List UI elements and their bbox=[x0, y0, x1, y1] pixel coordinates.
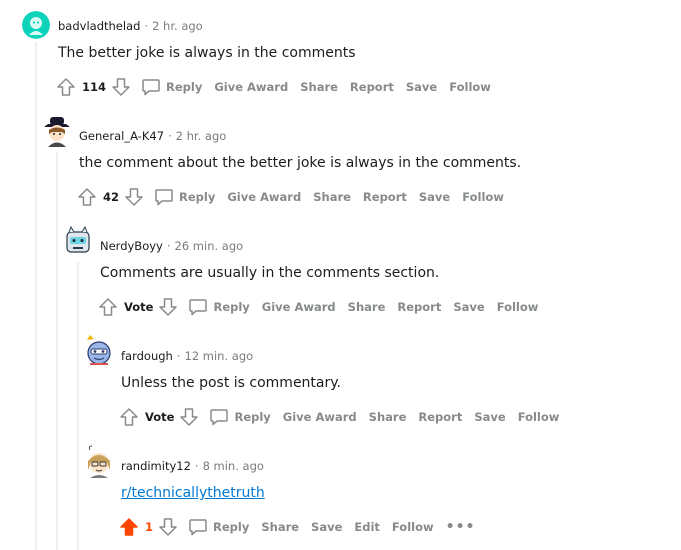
author-name[interactable]: NerdyBoyy bbox=[100, 239, 163, 253]
subreddit-link[interactable]: r/technicallythetruth bbox=[121, 485, 265, 501]
timestamp[interactable]: 12 min. ago bbox=[185, 349, 254, 363]
comment-actions: Vote Reply Give Award Share Report Save … bbox=[119, 405, 571, 429]
arrow-down-icon[interactable] bbox=[179, 407, 199, 427]
separator: · bbox=[168, 129, 172, 143]
reply-button[interactable]: Reply bbox=[141, 77, 202, 97]
comment-body: The better joke is always in the comment… bbox=[58, 45, 356, 61]
share-button[interactable]: Share bbox=[369, 410, 407, 424]
more-options-icon[interactable]: ••• bbox=[446, 519, 476, 535]
follow-button[interactable]: Follow bbox=[449, 80, 491, 94]
follow-button[interactable]: Follow bbox=[497, 300, 539, 314]
author-name[interactable]: General_A-K47 bbox=[79, 129, 164, 143]
avatar[interactable] bbox=[40, 113, 74, 147]
comment-header: badvladthelad · 2 hr. ago bbox=[58, 16, 203, 36]
reply-label: Reply bbox=[213, 520, 250, 534]
reply-label: Reply bbox=[234, 410, 271, 424]
comment-body: r/technicallythetruth bbox=[121, 485, 265, 501]
save-button[interactable]: Save bbox=[474, 410, 505, 424]
comment-header: fardough · 12 min. ago bbox=[121, 346, 253, 366]
comment-actions: 114 Reply Give Award Share Report Save F… bbox=[56, 75, 503, 99]
speech-bubble-icon bbox=[210, 409, 229, 426]
comment-body: Comments are usually in the comments sec… bbox=[100, 265, 440, 281]
give-award-button[interactable]: Give Award bbox=[262, 300, 336, 314]
arrow-down-icon[interactable] bbox=[111, 77, 131, 97]
separator: · bbox=[144, 19, 149, 33]
thread-line[interactable] bbox=[35, 42, 37, 550]
follow-button[interactable]: Follow bbox=[462, 190, 504, 204]
separator: · bbox=[176, 349, 181, 363]
timestamp[interactable]: 2 hr. ago bbox=[176, 129, 227, 143]
give-award-button[interactable]: Give Award bbox=[227, 190, 301, 204]
comment-header: NerdyBoyy · 26 min. ago bbox=[100, 236, 243, 256]
speech-bubble-icon bbox=[155, 189, 173, 206]
comment-header: randimity12 · 8 min. ago bbox=[121, 456, 264, 476]
timestamp[interactable]: 8 min. ago bbox=[203, 459, 264, 473]
reply-label: Reply bbox=[166, 80, 203, 94]
report-button[interactable]: Report bbox=[397, 300, 441, 314]
follow-button[interactable]: Follow bbox=[518, 410, 560, 424]
edit-button[interactable]: Edit bbox=[354, 520, 380, 534]
save-button[interactable]: Save bbox=[453, 300, 484, 314]
avatar[interactable] bbox=[61, 224, 95, 258]
thread-line[interactable] bbox=[56, 152, 58, 550]
report-button[interactable]: Report bbox=[363, 190, 407, 204]
avatar[interactable] bbox=[84, 334, 114, 368]
follow-button[interactable]: Follow bbox=[392, 520, 434, 534]
comment-body: Unless the post is commentary. bbox=[121, 375, 341, 391]
arrow-down-icon[interactable] bbox=[124, 187, 144, 207]
comment-actions: 1 Reply Share Save Edit Follow ••• bbox=[119, 515, 475, 539]
vote-score: 42 bbox=[103, 190, 120, 204]
author-name[interactable]: fardough bbox=[121, 349, 173, 363]
vote-label: Vote bbox=[124, 300, 154, 314]
report-button[interactable]: Report bbox=[418, 410, 462, 424]
reply-label: Reply bbox=[213, 300, 250, 314]
share-button[interactable]: Share bbox=[261, 520, 299, 534]
avatar[interactable] bbox=[84, 444, 114, 478]
share-button[interactable]: Share bbox=[348, 300, 386, 314]
vote-label: Vote bbox=[145, 410, 175, 424]
give-award-button[interactable]: Give Award bbox=[214, 80, 288, 94]
arrow-up-icon[interactable] bbox=[119, 517, 139, 537]
arrow-up-icon[interactable] bbox=[56, 77, 76, 97]
comment-body: the comment about the better joke is alw… bbox=[79, 155, 522, 171]
timestamp[interactable]: 2 hr. ago bbox=[152, 19, 203, 33]
reply-button[interactable]: Reply bbox=[188, 297, 250, 317]
save-button[interactable]: Save bbox=[311, 520, 342, 534]
thread-line[interactable] bbox=[77, 262, 79, 550]
save-button[interactable]: Save bbox=[406, 80, 437, 94]
vote-score: 114 bbox=[82, 80, 107, 94]
reply-button[interactable]: Reply bbox=[188, 517, 249, 537]
speech-bubble-icon bbox=[189, 519, 207, 536]
give-award-button[interactable]: Give Award bbox=[283, 410, 357, 424]
report-button[interactable]: Report bbox=[350, 80, 394, 94]
comment-actions: Vote Reply Give Award Share Report Save … bbox=[98, 295, 550, 319]
speech-bubble-icon bbox=[189, 299, 208, 316]
reply-label: Reply bbox=[179, 190, 216, 204]
arrow-up-icon[interactable] bbox=[119, 407, 139, 427]
separator: · bbox=[194, 459, 199, 473]
arrow-down-icon[interactable] bbox=[158, 517, 178, 537]
avatar[interactable] bbox=[22, 11, 50, 39]
reply-button[interactable]: Reply bbox=[209, 407, 271, 427]
author-name[interactable]: badvladthelad bbox=[58, 19, 140, 33]
arrow-up-icon[interactable] bbox=[77, 187, 97, 207]
timestamp[interactable]: 26 min. ago bbox=[175, 239, 244, 253]
share-button[interactable]: Share bbox=[313, 190, 351, 204]
comment-header: General_A-K47 · 2 hr. ago bbox=[79, 126, 226, 146]
author-name[interactable]: randimity12 bbox=[121, 459, 191, 473]
save-button[interactable]: Save bbox=[419, 190, 450, 204]
comment-actions: 42 Reply Give Award Share Report Save Fo… bbox=[77, 185, 516, 209]
separator: · bbox=[166, 239, 171, 253]
share-button[interactable]: Share bbox=[300, 80, 338, 94]
reply-button[interactable]: Reply bbox=[154, 187, 215, 207]
speech-bubble-icon bbox=[142, 79, 160, 96]
arrow-down-icon[interactable] bbox=[158, 297, 178, 317]
arrow-up-icon[interactable] bbox=[98, 297, 118, 317]
vote-score: 1 bbox=[145, 520, 154, 534]
